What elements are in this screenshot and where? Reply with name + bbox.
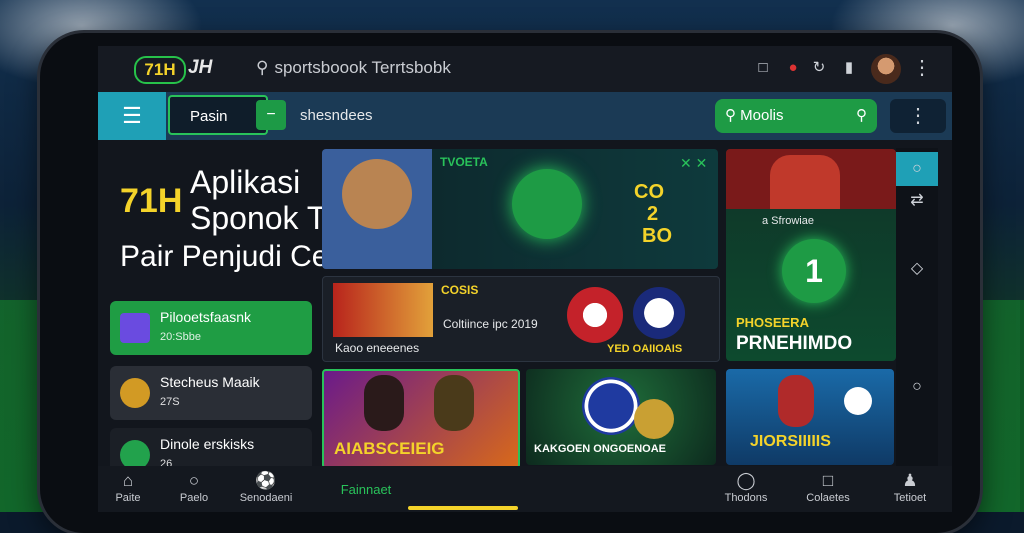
category-icon [120, 313, 150, 343]
player-image [778, 375, 814, 427]
bookmark-icon: □ [822, 471, 834, 490]
promo-card-1[interactable]: TVOETA CO 2 BO ✕ ✕ [322, 149, 718, 269]
top-bar: 71H JH ⚲ sportsboook Terrtsbobk □ ● ↻ ▮ ⋮ [98, 46, 952, 92]
bottom-item-home[interactable]: ⌂ Paite [98, 470, 158, 504]
bottom-item-label: Paite [115, 492, 141, 504]
soccer-ball-icon [844, 387, 872, 415]
logo-badge[interactable]: 71H [134, 56, 186, 84]
bottom-item-label: Thodons [724, 492, 768, 504]
bottom-item-sports[interactable]: ⚽ Senodaeni [236, 470, 296, 504]
bottom-item-active[interactable]: Fainnaet [326, 470, 406, 497]
promo-card-6[interactable]: JIORSIIIIIS [726, 369, 894, 465]
bottom-item-label: Colaetes [806, 492, 850, 504]
close-icon[interactable]: ✕ ✕ [680, 155, 707, 172]
player-image [770, 155, 840, 209]
promo-card-5[interactable]: KAKGOEN ONGOENOAE [526, 369, 716, 465]
coin-icon: 1 [782, 239, 846, 303]
card-4-title: AIABSCEIEIG [334, 439, 445, 458]
hero-brand: 71H [120, 182, 183, 220]
card-3-title: PHOSEERA [736, 315, 809, 330]
nav-bar: ☰ Pasin − shesndees ⚲ Moolis ⚲ ⋮ [98, 92, 952, 140]
card-5-title: KAKGOEN ONGOENOAE [534, 443, 667, 455]
nav-pill-button[interactable]: − [256, 100, 286, 130]
nav-pill[interactable]: Pasin [168, 95, 268, 135]
promo-card-4[interactable]: AIABSCEIEIG [322, 369, 520, 469]
bottom-item-history[interactable]: ◯ Thodons [716, 470, 776, 504]
sidebar-item-title: Pilooetsfaasnk [160, 309, 252, 325]
nav-pill-label: Pasin [190, 108, 228, 125]
player-image [333, 283, 433, 337]
clock-icon: ◯ [736, 471, 756, 490]
sidebar-item-sub: 20:Sbbe [160, 331, 201, 343]
card-2-title: Kaoo eneeenes [335, 341, 420, 355]
card-1-odds-3: BO [642, 225, 672, 247]
card-2-tag: COSIS [441, 283, 479, 297]
card-2-sub: Coltiince ipc 2019 [443, 317, 538, 331]
sidebar-item-2[interactable]: Stecheus Maaik 27S [110, 366, 312, 420]
player-image [434, 375, 474, 431]
soccer-ball-icon: ⚽ [255, 471, 277, 490]
logo-text: JH [188, 57, 213, 78]
more-vertical-icon[interactable]: ⋮ [912, 58, 932, 78]
avatar[interactable] [871, 54, 901, 84]
card-6-title: JIORSIIIIIS [750, 433, 831, 450]
soccer-ball-icon [567, 287, 623, 343]
card-3-big: PRNEHIMDO [736, 333, 853, 354]
sidebar-item-title: Dinole erskisks [160, 436, 255, 452]
app-screen: 71H JH ⚲ sportsboook Terrtsbobk □ ● ↻ ▮ ⋮… [98, 46, 952, 512]
shuffle-icon[interactable]: ⇄ [896, 184, 938, 218]
search-icon: ⚲ [256, 58, 269, 77]
user-icon: ♟ [902, 471, 918, 490]
bottom-item-collections[interactable]: □ Colaetes [798, 470, 858, 504]
right-rail: ○ ⇄ ◇ ○ [896, 148, 938, 508]
main-search-button[interactable]: ⚲ Moolis ⚲ [715, 99, 877, 133]
bottom-item-label: Tetioet [893, 492, 927, 504]
promo-card-2[interactable]: COSIS Coltiince ipc 2019 Kaoo eneeenes Y… [322, 276, 720, 362]
signal-icon: ▮ [844, 59, 854, 76]
chat-icon[interactable]: ○ [896, 152, 938, 186]
active-indicator [408, 506, 518, 510]
bottom-item-label: Fainnaet [340, 482, 392, 497]
search-icon: ⚲ [856, 107, 867, 124]
wallet-icon[interactable]: □ [754, 59, 772, 77]
search-icon: ⚲ [725, 107, 741, 124]
hero-line-1: Aplikasi [190, 164, 301, 200]
home-icon: ⌂ [122, 471, 134, 490]
notification-dot-icon[interactable]: ● [784, 59, 802, 77]
bottom-item-profile[interactable]: ♟ Tetioet [880, 470, 940, 504]
soccer-ball-icon [633, 287, 685, 339]
coin-icon [634, 399, 674, 439]
player-image [364, 375, 404, 431]
poker-chip-icon [582, 377, 640, 435]
more-vertical-icon[interactable]: ⋮ [890, 99, 946, 133]
bottom-item-chat[interactable]: ○ Paelo [164, 470, 224, 504]
coin-icon [512, 169, 582, 239]
top-search[interactable]: ⚲ sportsboook Terrtsbobk [256, 58, 451, 78]
nav-text[interactable]: shesndees [300, 107, 373, 124]
bottom-item-label: Paelo [179, 492, 209, 504]
main-search-label: Moolis [740, 107, 784, 124]
card-1-odds-1: CO [634, 181, 664, 203]
mascot-image [342, 159, 412, 229]
tag-icon[interactable]: ◇ [896, 252, 938, 286]
sidebar-item-title: Stecheus Maaik [160, 374, 260, 390]
sidebar-item-1[interactable]: Pilooetsfaasnk 20:Sbbe [110, 301, 312, 355]
top-search-text: sportsboook Terrtsbobk [274, 58, 451, 77]
chat-icon: ○ [188, 471, 200, 490]
sidebar-item-sub: 27S [160, 396, 180, 408]
share-icon[interactable]: ↻ [810, 59, 828, 77]
card-1-odds-2: 2 [647, 203, 659, 225]
bottom-item-label: Senodaeni [239, 492, 293, 504]
card-2-foot: YED OAIIOAIS [607, 343, 683, 355]
promo-card-3[interactable]: a Sfrowiae 1 PHOSEERA PRNEHIMDO [726, 149, 896, 361]
coin-icon [120, 378, 150, 408]
card-3-top: a Sfrowiae [762, 215, 814, 227]
card-1-title: TVOETA [440, 155, 488, 169]
info-icon[interactable]: ○ [896, 370, 938, 404]
bottom-nav: ⌂ Paite ○ Paelo ⚽ Senodaeni Fainnaet ◯ Thodo… [98, 466, 952, 512]
hamburger-menu-icon[interactable]: ☰ [98, 92, 166, 140]
